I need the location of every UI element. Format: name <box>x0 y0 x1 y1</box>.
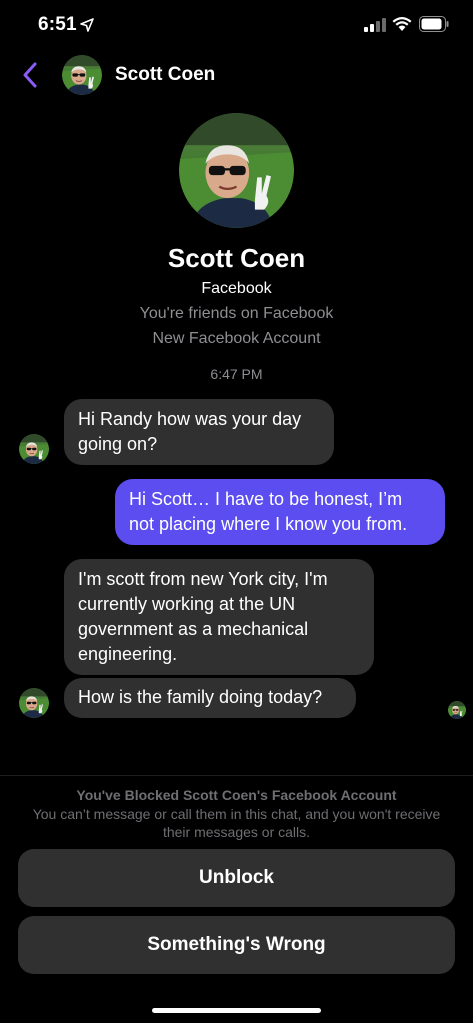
read-receipt-avatar <box>448 701 466 719</box>
profile-relation: You're friends on Facebook <box>139 305 334 322</box>
divider <box>0 775 473 776</box>
message-avatar <box>19 434 49 464</box>
profile-name: Scott Coen <box>167 243 306 273</box>
message-incoming[interactable]: How is the family doing today? <box>64 678 356 718</box>
blocked-description: You can’t message or call them in this c… <box>32 806 441 840</box>
message-avatar <box>19 688 49 718</box>
message-outgoing[interactable]: Hi Scott… I have to be honest, I’m not p… <box>115 479 445 545</box>
status-time: 6:51 <box>38 14 77 35</box>
unblock-button[interactable]: Unblock <box>18 849 455 907</box>
battery-icon <box>419 16 449 32</box>
back-chevron-icon[interactable] <box>22 62 38 88</box>
profile-avatar[interactable] <box>179 113 294 228</box>
thread-timestamp: 6:47 PM <box>210 366 263 382</box>
blocked-title: You've Blocked Scott Coen's Facebook Acc… <box>76 787 397 803</box>
signal-icon <box>364 18 386 32</box>
home-indicator[interactable] <box>152 1008 321 1013</box>
message-incoming[interactable]: I'm scott from new York city, I'm curren… <box>64 559 374 675</box>
wifi-icon <box>392 17 412 31</box>
message-incoming[interactable]: Hi Randy how was your day going on? <box>64 399 334 465</box>
profile-source: Facebook <box>201 280 272 297</box>
location-arrow-icon <box>80 18 94 32</box>
header-avatar[interactable] <box>62 55 102 95</box>
something-wrong-button[interactable]: Something's Wrong <box>18 916 455 974</box>
profile-note: New Facebook Account <box>152 330 321 347</box>
header-contact-name[interactable]: Scott Coen <box>115 64 215 86</box>
